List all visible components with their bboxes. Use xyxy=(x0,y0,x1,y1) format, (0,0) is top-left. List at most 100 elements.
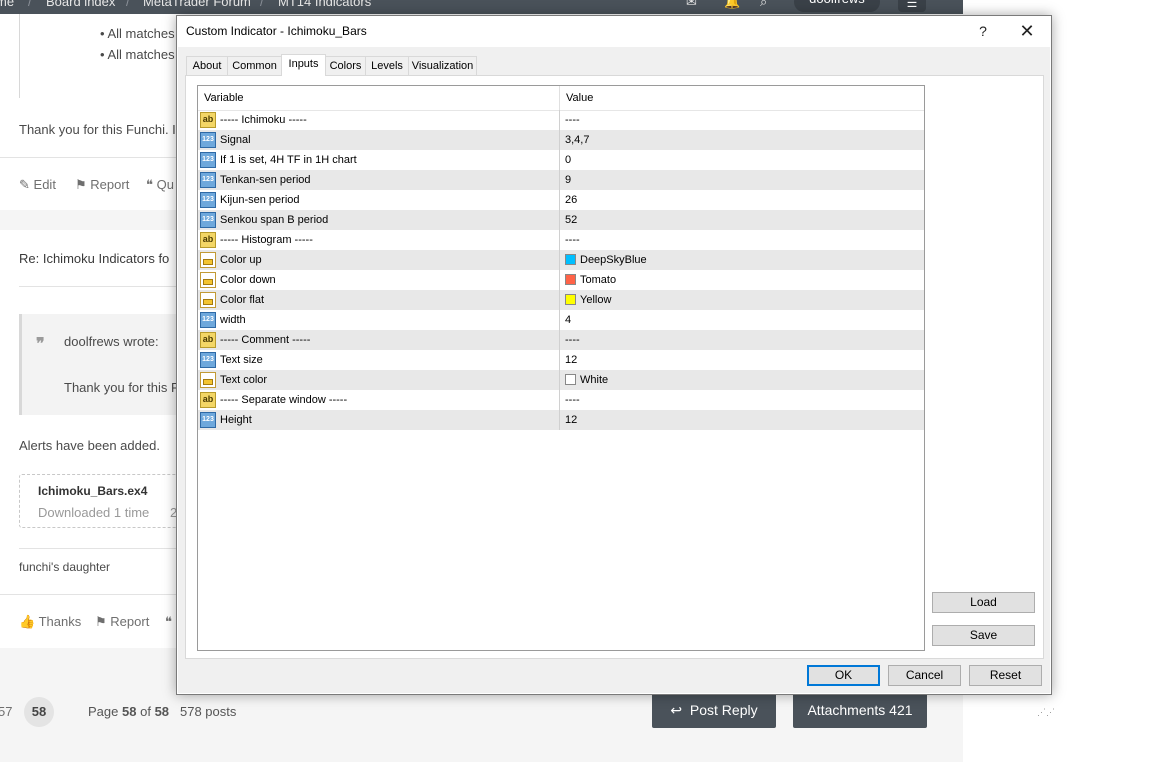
list-item: • All matches 3 xyxy=(100,47,186,62)
input-row[interactable]: 123 Text size 12 xyxy=(198,350,924,370)
breadcrumb-mt4-indicators[interactable]: MT14 Indicators xyxy=(278,0,371,9)
breadcrumb-board-index[interactable]: Board index xyxy=(46,0,115,9)
page-link[interactable]: 57 xyxy=(0,704,12,719)
edit-button[interactable]: ✎ Edit xyxy=(19,177,56,193)
input-row[interactable]: ab ----- Histogram ----- ---- xyxy=(198,230,924,250)
current-page-bubble[interactable]: 58 xyxy=(24,697,54,727)
value-text: ---- xyxy=(565,234,580,246)
report-button[interactable]: ⚑ Report xyxy=(95,614,149,630)
column-header-variable[interactable]: Variable xyxy=(198,86,560,110)
attachment-download-count: Downloaded 1 time xyxy=(38,505,150,520)
input-row[interactable]: Color flat Yellow xyxy=(198,290,924,310)
input-row[interactable]: 123 Signal 3,4,7 xyxy=(198,130,924,150)
variable-name: ----- Comment ----- xyxy=(220,334,311,346)
input-row[interactable]: ab ----- Comment ----- ---- xyxy=(198,330,924,350)
input-row[interactable]: Color up DeepSkyBlue xyxy=(198,250,924,270)
flag-icon: ⚑ xyxy=(75,177,87,192)
variable-name: Text size xyxy=(220,354,263,366)
value-text: 26 xyxy=(565,194,578,206)
color-swatch xyxy=(565,294,576,305)
input-row[interactable]: 123 Kijun-sen period 26 xyxy=(198,190,924,210)
input-row[interactable]: 123 If 1 is set, 4H TF in 1H chart 0 xyxy=(198,150,924,170)
variable-name: Height xyxy=(220,414,252,426)
value-cell[interactable]: DeepSkyBlue xyxy=(560,250,924,270)
numeric-type-icon: 123 xyxy=(200,412,216,428)
messages-icon[interactable]: ✉ xyxy=(686,0,697,10)
numeric-type-icon: 123 xyxy=(200,132,216,148)
color-swatch xyxy=(565,254,576,265)
variable-name: Color flat xyxy=(220,294,265,306)
input-row[interactable]: Color down Tomato xyxy=(198,270,924,290)
attachment-filename[interactable]: Ichimoku_Bars.ex4 xyxy=(38,484,147,498)
breadcrumb-separator: / xyxy=(28,0,32,9)
input-row[interactable]: 123 Tenkan-sen period 9 xyxy=(198,170,924,190)
save-button[interactable]: Save xyxy=(932,625,1035,646)
value-cell[interactable]: ---- xyxy=(560,390,924,410)
post-title[interactable]: Re: Ichimoku Indicators fo xyxy=(19,251,169,266)
notifications-bell-icon[interactable]: 🔔 xyxy=(724,0,740,10)
variable-name: Text color xyxy=(220,374,268,386)
variable-cell: Color down xyxy=(198,270,560,290)
value-cell[interactable]: Yellow xyxy=(560,290,924,310)
value-cell[interactable]: ---- xyxy=(560,230,924,250)
quote-button[interactable]: ❝ Qu xyxy=(146,177,174,193)
reset-button[interactable]: Reset xyxy=(969,665,1042,686)
tab-visualization[interactable]: Visualization xyxy=(408,56,477,75)
input-row[interactable]: ab ----- Separate window ----- ---- xyxy=(198,390,924,410)
numeric-type-icon: 123 xyxy=(200,312,216,328)
attachments-button[interactable]: Attachments 421 xyxy=(793,693,927,728)
breadcrumb-metatrader-forum[interactable]: MetaTrader Forum xyxy=(143,0,251,9)
resize-grip-icon[interactable]: ⋰⋰ xyxy=(1037,708,1055,721)
user-menu-button[interactable]: doolfrews xyxy=(794,0,880,12)
quote-border xyxy=(19,14,20,98)
input-row[interactable]: 123 width 4 xyxy=(198,310,924,330)
value-cell[interactable]: ---- xyxy=(560,110,924,130)
post-reply-button[interactable]: ↩ Post Reply xyxy=(652,693,776,728)
value-cell[interactable]: 52 xyxy=(560,210,924,230)
variable-cell: Color flat xyxy=(198,290,560,310)
tab-common[interactable]: Common xyxy=(227,56,282,75)
numeric-type-icon: 123 xyxy=(200,352,216,368)
breadcrumb-home[interactable]: me xyxy=(0,0,14,9)
value-cell[interactable]: White xyxy=(560,370,924,390)
report-button[interactable]: ⚑ Report xyxy=(75,177,129,193)
numeric-type-icon: 123 xyxy=(200,212,216,228)
value-cell[interactable]: 0 xyxy=(560,150,924,170)
input-row[interactable]: 123 Senkou span B period 52 xyxy=(198,210,924,230)
value-cell[interactable]: 9 xyxy=(560,170,924,190)
quote-icon: ❝ xyxy=(146,177,153,192)
post-count: 578 posts xyxy=(180,704,237,719)
attachment-card[interactable]: Ichimoku_Bars.ex4 Downloaded 1 time 2 xyxy=(19,474,201,528)
value-cell[interactable]: 12 xyxy=(560,410,924,430)
variable-cell: 123 Senkou span B period xyxy=(198,210,560,230)
input-row[interactable]: Text color White xyxy=(198,370,924,390)
tab-levels[interactable]: Levels xyxy=(365,56,409,75)
load-button[interactable]: Load xyxy=(932,592,1035,613)
search-icon[interactable]: ⌕ xyxy=(760,0,767,10)
input-row[interactable]: ab ----- Ichimoku ----- ---- xyxy=(198,110,924,130)
variable-cell: 123 Text size xyxy=(198,350,560,370)
post-body-text: Alerts have been added. xyxy=(19,438,160,453)
thanks-button[interactable]: 👍 Thanks xyxy=(19,614,81,630)
column-header-value[interactable]: Value xyxy=(560,86,924,110)
tab-about[interactable]: About xyxy=(186,56,228,75)
cancel-button[interactable]: Cancel xyxy=(888,665,961,686)
value-cell[interactable]: ---- xyxy=(560,330,924,350)
reply-arrow-icon: ↩ xyxy=(670,702,683,718)
value-cell[interactable]: Tomato xyxy=(560,270,924,290)
help-icon[interactable]: ? xyxy=(972,20,994,42)
value-cell[interactable]: 26 xyxy=(560,190,924,210)
variable-name: Tenkan-sen period xyxy=(220,174,311,186)
grid-header: Variable Value xyxy=(198,86,924,111)
input-row[interactable]: 123 Height 12 xyxy=(198,410,924,430)
tab-colors[interactable]: Colors xyxy=(325,56,366,75)
value-cell[interactable]: 4 xyxy=(560,310,924,330)
close-icon[interactable]: ✕ xyxy=(1015,19,1039,43)
hamburger-menu-icon[interactable]: ☰ xyxy=(898,0,926,12)
tab-inputs[interactable]: Inputs xyxy=(281,54,326,76)
ok-button[interactable]: OK xyxy=(807,665,880,686)
quote-icon[interactable]: ❝ xyxy=(165,614,172,630)
dialog-titlebar[interactable]: Custom Indicator - Ichimoku_Bars ? ✕ xyxy=(177,16,1051,47)
value-cell[interactable]: 3,4,7 xyxy=(560,130,924,150)
value-cell[interactable]: 12 xyxy=(560,350,924,370)
